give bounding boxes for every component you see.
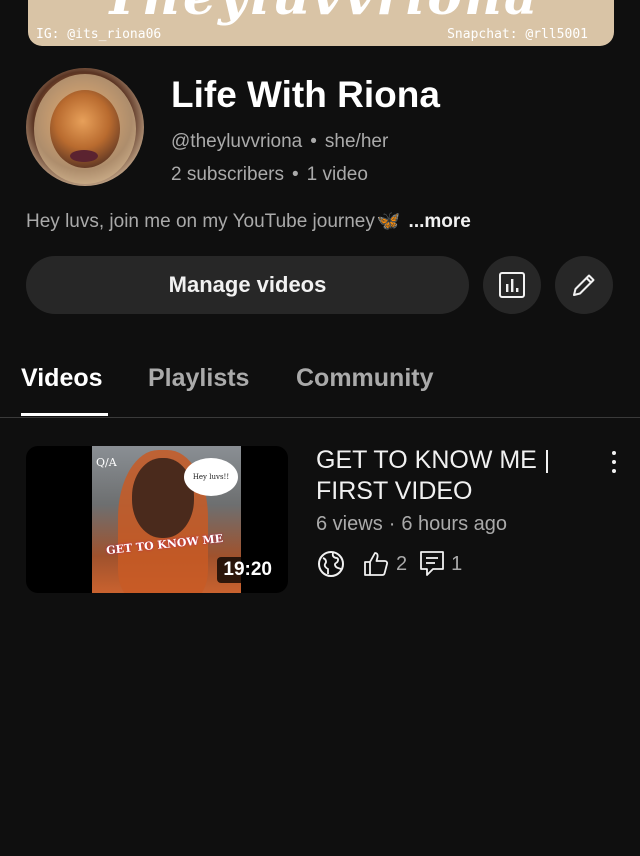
video-thumbnail[interactable]: Hey luvs!! Q/A GET TO KNOW ME 19:20	[26, 446, 288, 593]
pencil-icon	[573, 274, 595, 296]
channel-name: Life With Riona	[171, 74, 440, 115]
video-age: 6 hours ago	[401, 513, 508, 535]
edit-channel-button[interactable]	[555, 256, 613, 314]
thumbs-up-icon	[364, 552, 389, 576]
analytics-icon	[499, 272, 525, 298]
channel-stats-line: 2 subscribers • 1 video	[171, 164, 368, 186]
banner-instagram-handle: IG: @its_riona06	[36, 27, 162, 42]
manage-videos-button[interactable]: Manage videos	[26, 256, 469, 314]
tab-playlists[interactable]: Playlists	[148, 364, 249, 393]
like-stat: 2	[362, 550, 407, 578]
avatar-lips	[70, 150, 98, 162]
like-count: 2	[396, 552, 408, 575]
comment-icon	[420, 551, 445, 576]
active-tab-indicator	[21, 413, 108, 416]
channel-tabs: Videos Playlists Community	[0, 352, 640, 418]
video-duration: 19:20	[217, 557, 278, 583]
channel-description[interactable]: Hey luvs, join me on my YouTube journey 🦋…	[26, 209, 471, 233]
kebab-dot	[612, 469, 616, 473]
globe-icon	[318, 551, 344, 577]
video-count: 1 video	[306, 164, 368, 185]
more-options-icon[interactable]	[604, 449, 624, 475]
description-text: Hey luvs, join me on my YouTube journey	[26, 211, 375, 232]
channel-handle: @theyluvvriona	[171, 131, 303, 152]
channel-handle-line: @theyluvvriona • she/her	[171, 131, 388, 153]
channel-avatar[interactable]	[26, 68, 144, 186]
meta-separator: ·	[388, 513, 396, 535]
banner-title: Theyluvvriona	[102, 0, 539, 27]
separator-dot: •	[310, 131, 317, 152]
comment-stat: 1	[419, 550, 462, 578]
comment-count: 1	[451, 552, 463, 575]
channel-banner: Theyluvvriona IG: @its_riona06 Snapchat:…	[28, 0, 614, 46]
more-link[interactable]: ...more	[409, 211, 471, 232]
video-meta: 6 views · 6 hours ago	[316, 513, 507, 536]
video-views: 6 views	[316, 513, 383, 535]
subscriber-count: 2 subscribers	[171, 164, 284, 185]
separator-dot: •	[292, 164, 299, 185]
kebab-dot	[612, 460, 616, 464]
channel-pronouns: she/her	[324, 131, 389, 152]
visibility-public	[316, 549, 346, 579]
avatar-hair	[34, 74, 136, 184]
thumbnail-qa-label: Q/A	[96, 456, 117, 469]
butterfly-emoji: 🦋	[376, 211, 401, 232]
video-title[interactable]: GET TO KNOW ME | FIRST VIDEO	[316, 445, 586, 507]
video-stats-row: 2 1	[316, 549, 462, 579]
thumbnail-speech-bubble: Hey luvs!!	[184, 458, 238, 496]
banner-snapchat-handle: Snapchat: @rll5001	[447, 27, 588, 42]
kebab-dot	[612, 451, 616, 455]
tab-videos[interactable]: Videos	[21, 364, 103, 393]
tab-community[interactable]: Community	[296, 364, 434, 393]
analytics-button[interactable]	[483, 256, 541, 314]
